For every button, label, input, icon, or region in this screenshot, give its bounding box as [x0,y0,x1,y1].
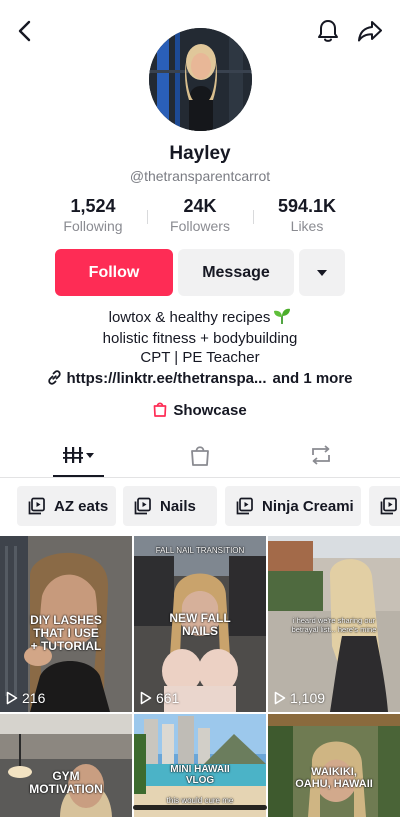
stat-followers[interactable]: 24K Followers [145,196,255,234]
chevron-down-icon [317,269,327,276]
active-tab-indicator [53,475,104,477]
message-button[interactable]: Message [178,249,294,296]
playlist-label: Nails [160,497,196,515]
video-caption: WAIKIKI, OAHU, HAWAII [295,766,373,790]
tab-videos[interactable] [53,432,104,477]
username: @thetransparentcarrot [129,168,271,184]
view-count: 661 [140,690,179,706]
profile-tabs [0,432,400,478]
view-count-value: 1,109 [290,690,326,706]
video-caption: MINI HAWAII VLOG [170,764,230,786]
followers-label: Followers [170,218,230,234]
playlist-row: AZ eats Nails Ninja Creami [0,486,400,526]
play-icon [6,691,18,705]
bio-line-1: lowtox & healthy recipes [0,308,400,329]
showcase-label: Showcase [173,402,247,419]
sprout-emoji [273,308,291,329]
bell-icon[interactable] [314,16,342,46]
play-icon [274,691,286,705]
playlist-icon [28,497,45,515]
playlist-icon [380,497,397,515]
followers-count: 24K [183,196,217,216]
link-url[interactable]: https://linktr.ee/thetranspa... [66,370,266,387]
showcase-link[interactable]: Showcase [0,401,400,421]
display-name: Hayley [169,143,231,164]
playlist-chip[interactable]: AZ eats [17,486,116,526]
video-image [0,714,132,817]
video-grid: DIY LASHES THAT I USE + TUTORIAL 216 FALL … [0,536,400,817]
playlist-icon [236,497,253,515]
video-overlay-text: FALL NAIL TRANSITION [155,546,245,555]
back-arrow-icon[interactable] [12,16,36,46]
likes-label: Likes [290,218,324,234]
share-icon[interactable] [355,16,385,46]
bio: lowtox & healthy recipes holistic fitnes… [0,308,400,367]
playlist-chip[interactable]: Ninja Creami [225,486,361,526]
avatar[interactable] [149,28,252,131]
video-caption: i heard we're sharing our betrayal list..… [291,616,377,634]
link-more[interactable]: and 1 more [273,370,353,387]
following-count: 1,524 [70,196,116,216]
profile-stats: 1,524 Following 24K Followers 594.1K Lik… [0,196,400,240]
link-icon [47,370,62,389]
video-caption: NEW FALL NAILS [169,611,231,638]
playlist-chip[interactable] [369,486,400,526]
bio-line-2: holistic fitness + bodybuilding [102,330,298,347]
video-thumbnail[interactable]: GYM MOTIVATION [0,714,132,817]
grid-icon [62,446,94,463]
video-caption: GYM MOTIVATION [29,769,103,796]
video-thumbnail[interactable]: WAIKIKI, OAHU, HAWAII [268,714,400,817]
playlist-label: Ninja Creami [262,497,354,515]
suggested-accounts-button[interactable] [299,249,345,296]
video-thumbnail[interactable]: i heard we're sharing our betrayal list..… [268,536,400,712]
play-icon [140,691,152,705]
bio-line-3: CPT | PE Teacher [140,349,260,366]
video-subcaption: this would cure me [166,796,234,805]
likes-count: 594.1K [277,196,337,216]
shopping-bag-icon [191,445,209,466]
playlist-label: AZ eats [54,497,109,515]
view-count-value: 216 [22,690,46,706]
video-thumbnail[interactable]: FALL NAIL TRANSITION NEW FALL NAILS 661 [134,536,266,712]
playlist-chip[interactable]: Nails [123,486,217,526]
view-count-value: 661 [156,690,180,706]
shopping-bag-icon [153,401,167,421]
view-count: 1,109 [274,690,325,706]
home-indicator [133,805,267,810]
repost-icon [312,444,330,465]
view-count: 216 [6,690,45,706]
following-label: Following [63,218,123,234]
stat-following[interactable]: 1,524 Following [38,196,148,234]
stat-likes: 594.1K Likes [252,196,362,234]
video-caption: DIY LASHES THAT I USE + TUTORIAL [30,613,102,653]
video-thumbnail[interactable]: DIY LASHES THAT I USE + TUTORIAL 216 [0,536,132,712]
playlist-icon [134,497,151,515]
bio-link[interactable]: https://linktr.ee/thetranspa... and 1 mor… [0,370,400,389]
follow-button[interactable]: Follow [55,249,173,296]
bio-line-1-text: lowtox & healthy recipes [108,309,271,326]
tab-reposts[interactable] [296,432,346,477]
video-thumbnail[interactable]: MINI HAWAII VLOG this would cure me [134,714,266,817]
tab-shop[interactable] [175,432,225,477]
